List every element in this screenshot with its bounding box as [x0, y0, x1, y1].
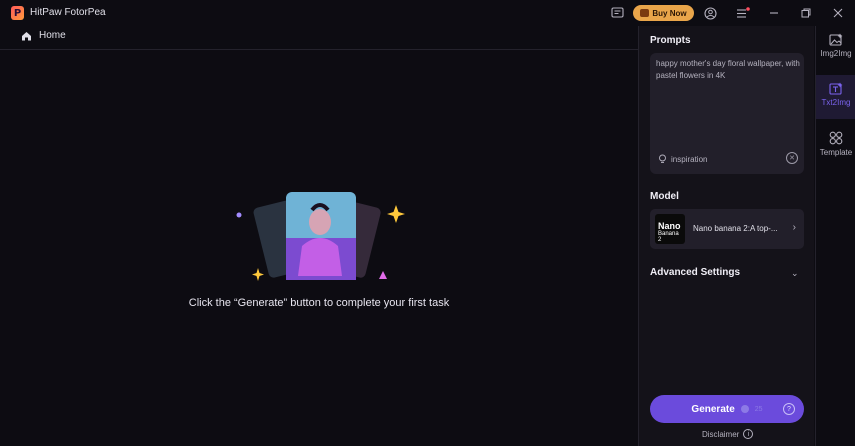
generate-label: Generate [691, 403, 735, 415]
credit-icon [740, 405, 749, 413]
disclaimer-label: Disclaimer [702, 429, 740, 439]
buy-now-button[interactable]: Buy Now [633, 5, 694, 21]
chevron-down-icon[interactable]: ⌄ [791, 268, 799, 279]
header-divider [0, 49, 638, 50]
minimize-icon[interactable] [766, 5, 782, 21]
generation-panel: Prompts happy mother's day floral wallpa… [638, 26, 814, 446]
chevron-right-icon: › [792, 222, 796, 233]
model-thumb-line2: Banana 2 [658, 231, 679, 243]
model-selector[interactable]: Nano Banana 2 Nano banana 2:A top-... › [650, 209, 804, 249]
home-label: Home [39, 30, 66, 41]
menu-icon[interactable] [735, 5, 751, 21]
empty-state-illustration [232, 188, 412, 288]
feedback-icon[interactable] [609, 5, 625, 21]
inspiration-button[interactable]: inspiration [658, 154, 707, 164]
credit-count: 25 [754, 405, 763, 413]
app-logo-letter: P [13, 7, 22, 19]
rail-item-img2img[interactable]: Img2Img [816, 26, 855, 70]
info-icon: i [743, 429, 754, 439]
generate-button[interactable]: Generate 25 ? [650, 395, 804, 423]
account-icon[interactable] [702, 5, 718, 21]
buy-now-label: Buy Now [652, 8, 687, 18]
home-icon [22, 31, 31, 40]
model-name: Nano banana 2:A top-... [693, 224, 778, 233]
rail-item-template[interactable]: Template [816, 125, 855, 169]
advanced-settings-toggle[interactable]: Advanced Settings [650, 267, 740, 278]
app-logo: P [11, 6, 24, 20]
model-thumb-line1: Nano [658, 221, 681, 231]
template-grid-icon [829, 129, 843, 147]
lightbulb-icon [659, 154, 666, 163]
restore-icon[interactable] [798, 5, 814, 21]
prompt-textarea[interactable]: happy mother's day floral wallpaper, wit… [650, 53, 804, 174]
home-nav-link[interactable]: Home [21, 30, 66, 41]
image-icon [829, 30, 843, 48]
rail-label-template: Template [819, 148, 853, 157]
model-thumbnail: Nano Banana 2 [655, 214, 685, 244]
inspiration-label: inspiration [671, 154, 708, 164]
empty-state-message: Click the “Generate” button to complete … [188, 297, 450, 309]
cart-icon [640, 9, 650, 17]
rail-item-txt2img[interactable]: Txt2Img [816, 75, 855, 119]
rail-label-img2img: Img2Img [820, 49, 852, 58]
tool-rail: Img2Img Txt2Img Template [815, 26, 855, 446]
help-icon[interactable]: ? [783, 403, 795, 415]
model-title: Model [650, 191, 679, 202]
title-bar: P HitPaw FotorPea Buy Now [0, 0, 855, 26]
text-to-image-icon [829, 79, 843, 97]
disclaimer-link[interactable]: Disclaimer i [702, 429, 754, 439]
clear-x-icon: ✕ [789, 155, 795, 162]
close-icon[interactable] [830, 5, 846, 21]
clear-prompt-button[interactable]: ✕ [786, 152, 798, 164]
rail-label-txt2img: Txt2Img [821, 98, 851, 107]
prompts-title: Prompts [650, 35, 691, 46]
app-title: HitPaw FotorPea [30, 7, 106, 18]
prompt-text: happy mother's day floral wallpaper, wit… [656, 59, 800, 80]
